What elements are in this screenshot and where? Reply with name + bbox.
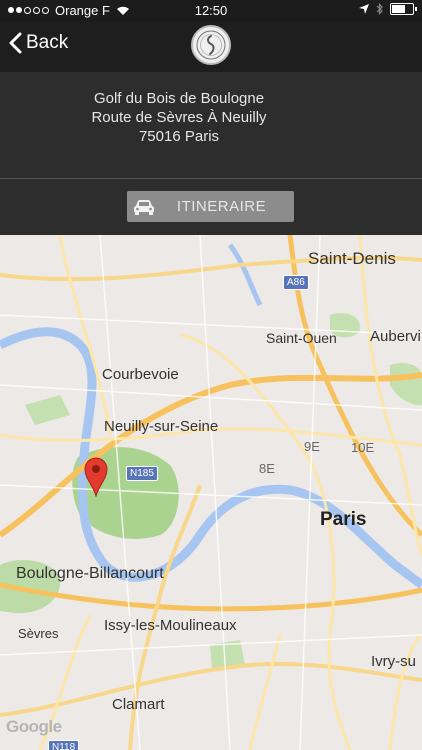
golf-logo <box>191 25 231 65</box>
location-arrow-icon <box>359 4 369 14</box>
map-label-saint-ouen: Saint-Ouen <box>266 330 337 346</box>
map-pin-icon[interactable] <box>84 457 108 497</box>
status-icons <box>359 3 417 15</box>
action-bar: ITINERAIRE <box>0 179 422 235</box>
map-label-courbevoie: Courbevoie <box>102 366 179 383</box>
map-label-issy: Issy-les-Moulineaux <box>104 617 237 634</box>
itinerary-label: ITINERAIRE <box>176 198 267 215</box>
map-label-10e: 10E <box>351 440 375 455</box>
map-canvas <box>0 235 422 750</box>
bluetooth-icon <box>376 3 383 15</box>
google-attribution: Google <box>6 717 62 736</box>
map-label-8e: 8E <box>259 461 275 476</box>
street-address: Route de Sèvres À Neuilly <box>91 109 267 126</box>
map-label-clamart: Clamart <box>112 696 165 713</box>
postal-city: 75016 Paris <box>138 128 220 145</box>
status-bar: Orange F 12:50 <box>0 0 422 22</box>
back-label: Back <box>26 32 69 53</box>
map-label-saint-denis: Saint-Denis <box>308 249 396 268</box>
map-label-sevres: Sèvres <box>18 626 59 641</box>
address-panel: Golf du Bois de Boulogne Route de Sèvres… <box>0 72 422 178</box>
map-label-paris: Paris <box>320 509 367 530</box>
back-button[interactable]: Back <box>8 32 68 54</box>
car-icon <box>127 191 161 222</box>
map-label-neuilly: Neuilly-sur-Seine <box>104 418 219 435</box>
map-label-aubervilliers: Aubervi <box>370 328 421 345</box>
battery-icon <box>390 3 417 15</box>
road-badge-a86: A86 <box>283 275 309 290</box>
road-badge-n118: N118 <box>48 740 80 750</box>
map-label-boulogne: Boulogne-Billancourt <box>16 565 164 582</box>
map-label-9e: 9E <box>304 439 320 454</box>
map-view[interactable]: Saint-Denis Saint-Ouen Aubervi Courbevoi… <box>0 235 422 750</box>
navigation-bar: Back <box>0 22 422 72</box>
itinerary-button[interactable]: ITINERAIRE <box>127 191 294 222</box>
road-badge-n185: N185 <box>126 466 158 481</box>
golf-name: Golf du Bois de Boulogne <box>93 90 265 107</box>
chevron-left-icon <box>9 32 22 54</box>
map-label-ivry: Ivry-su <box>371 653 416 670</box>
